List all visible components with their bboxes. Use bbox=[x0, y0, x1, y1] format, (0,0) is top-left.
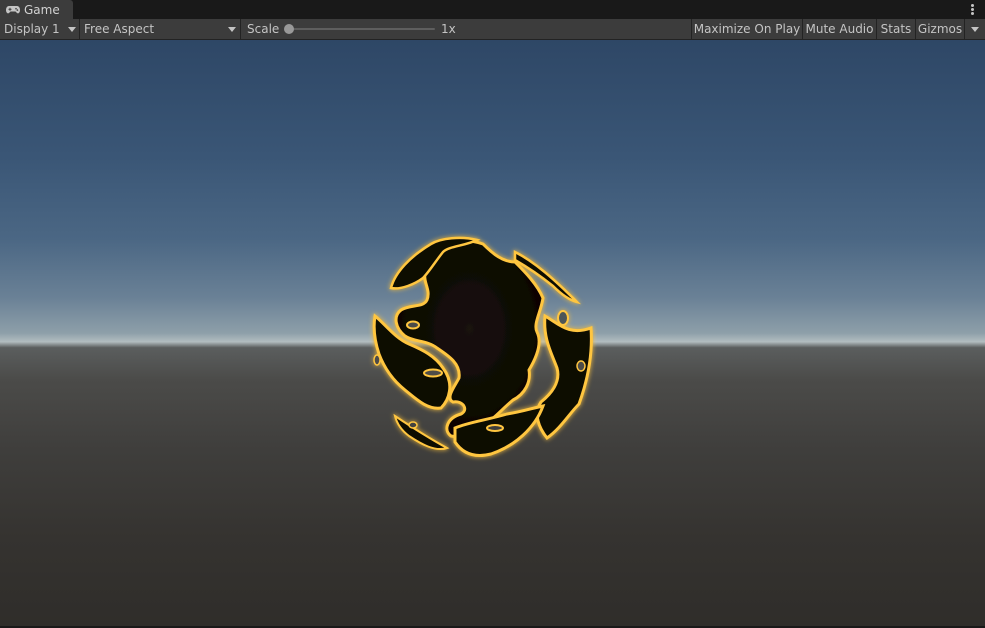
maximize-on-play-button[interactable]: Maximize On Play bbox=[692, 19, 802, 39]
aspect-dropdown-label: Free Aspect bbox=[84, 22, 155, 36]
tab-game-label: Game bbox=[24, 2, 60, 17]
aspect-chevron-down-icon bbox=[228, 27, 236, 32]
mute-audio-label: Mute Audio bbox=[805, 22, 874, 36]
sphere-glow-edges bbox=[372, 236, 593, 457]
gizmos-chevron-down-icon bbox=[971, 27, 979, 32]
display-dropdown-label: Display 1 bbox=[4, 22, 60, 36]
scale-value: 1x bbox=[441, 22, 456, 36]
aspect-dropdown[interactable]: Free Aspect bbox=[80, 19, 240, 39]
toolbar-divider bbox=[240, 19, 241, 39]
gizmos-button[interactable]: Gizmos bbox=[916, 19, 964, 39]
gizmos-label: Gizmos bbox=[917, 22, 963, 36]
tab-game[interactable]: Game bbox=[0, 0, 73, 19]
stats-button[interactable]: Stats bbox=[877, 19, 915, 39]
display-chevron-down-icon bbox=[68, 27, 76, 32]
scale-label: Scale bbox=[247, 22, 280, 36]
game-view-toolbar: Display 1 Free Aspect Scale 1x Maximize … bbox=[0, 19, 985, 40]
lava-sphere bbox=[372, 236, 593, 457]
more-options-icon[interactable] bbox=[967, 2, 977, 16]
scale-slider-handle[interactable] bbox=[284, 24, 294, 34]
scale-slider-track[interactable] bbox=[290, 28, 435, 30]
gamepad-icon bbox=[6, 5, 20, 13]
tab-strip: Game bbox=[0, 0, 985, 19]
maximize-on-play-label: Maximize On Play bbox=[693, 22, 801, 36]
stats-label: Stats bbox=[880, 22, 912, 36]
mute-audio-button[interactable]: Mute Audio bbox=[803, 19, 876, 39]
